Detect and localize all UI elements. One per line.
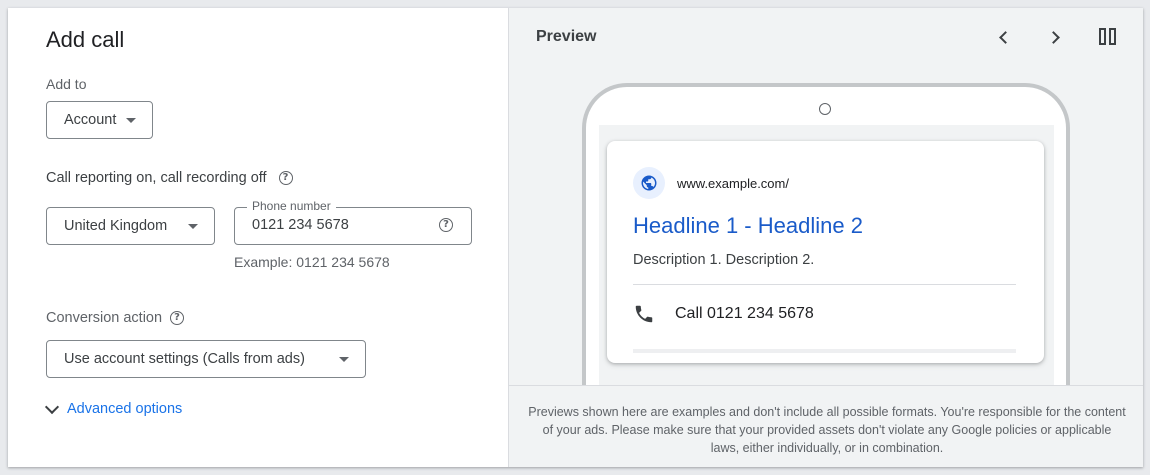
add-to-value: Account [64, 112, 117, 128]
chevron-left-icon[interactable] [994, 28, 1014, 48]
form-panel: Add call Add to Account Call reporting o… [8, 8, 508, 467]
chevron-right-icon[interactable] [1046, 28, 1066, 48]
ad-headline: Headline 1 - Headline 2 [633, 213, 863, 238]
phone-number-input[interactable] [252, 217, 432, 233]
ad-url: www.example.com/ [677, 176, 789, 191]
conversion-action-dropdown[interactable]: Use account settings (Calls from ads) [46, 340, 366, 378]
add-call-card: Add call Add to Account Call reporting o… [8, 8, 1143, 467]
phone-number-field: Phone number ? [234, 199, 472, 245]
country-value: United Kingdom [64, 218, 168, 234]
globe-icon [633, 167, 665, 199]
caret-down-icon [339, 357, 349, 362]
call-reporting-text: Call reporting on, call recording off [46, 170, 267, 186]
call-row: Call 0121 234 5678 [633, 303, 814, 325]
advanced-options-toggle[interactable]: Advanced options [44, 399, 182, 417]
phone-example-hint: Example: 0121 234 5678 [234, 254, 390, 270]
phone-icon [635, 305, 653, 323]
add-to-dropdown[interactable]: Account [46, 101, 153, 139]
caret-down-icon [188, 224, 198, 229]
page-title: Add call [46, 27, 125, 52]
camera-icon [819, 103, 831, 115]
phone-number-label: Phone number [247, 199, 336, 213]
add-to-label: Add to [46, 76, 87, 92]
help-icon[interactable]: ? [439, 218, 453, 232]
call-reporting-label: Call reporting on, call recording off ? [46, 170, 293, 186]
preview-panel: Preview www.example.com/ Headline 1 - He… [508, 8, 1143, 467]
help-icon[interactable]: ? [170, 311, 185, 325]
divider [633, 284, 1016, 285]
ad-description: Description 1. Description 2. [633, 252, 815, 268]
phone-screen: www.example.com/ Headline 1 - Headline 2… [599, 125, 1054, 385]
advanced-options-link[interactable]: Advanced options [67, 401, 182, 417]
ad-call-text: Call 0121 234 5678 [675, 305, 814, 322]
phone-mockup: www.example.com/ Headline 1 - Headline 2… [582, 83, 1070, 403]
help-icon[interactable]: ? [278, 171, 293, 185]
caret-down-icon [126, 118, 136, 123]
preview-disclaimer-area: Previews shown here are examples and don… [509, 385, 1143, 467]
preview-disclaimer: Previews shown here are examples and don… [528, 405, 1126, 455]
conversion-action-text: Conversion action [46, 310, 163, 326]
ad-preview-card: www.example.com/ Headline 1 - Headline 2… [607, 141, 1044, 363]
chevron-down-icon [44, 399, 60, 415]
conversion-action-label: Conversion action ? [46, 310, 185, 326]
preview-title: Preview [536, 28, 597, 45]
split-view-icon[interactable] [1099, 28, 1117, 45]
card-footer-bar [633, 349, 1016, 353]
conversion-action-value: Use account settings (Calls from ads) [64, 351, 305, 367]
country-dropdown[interactable]: United Kingdom [46, 207, 215, 245]
